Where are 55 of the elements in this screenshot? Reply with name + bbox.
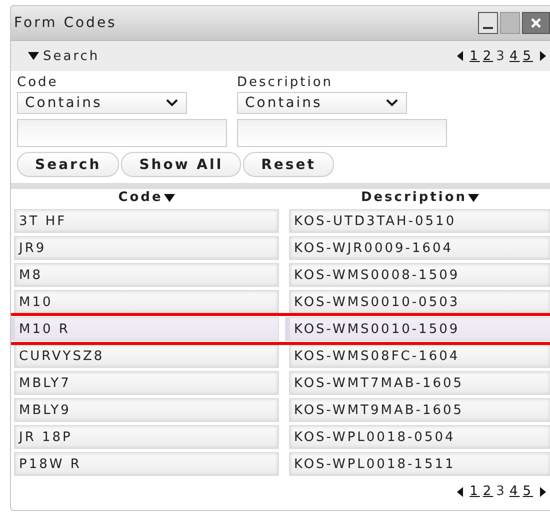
table-cell[interactable]: KOS-WPL0018-0504 bbox=[289, 425, 550, 449]
search-field[interactable] bbox=[17, 119, 227, 147]
window-title: Form Codes bbox=[14, 15, 118, 31]
field-label: Description bbox=[237, 75, 334, 91]
table-cell[interactable]: KOS-WMT7MAB-1605 bbox=[289, 371, 550, 395]
table-cell[interactable]: KOS-WMS0008-1509 bbox=[289, 263, 550, 287]
table-cell[interactable]: M10 bbox=[14, 290, 279, 314]
page-link[interactable]: 4 bbox=[509, 484, 520, 499]
minimize-icon bbox=[483, 26, 493, 30]
column-header[interactable]: Description bbox=[289, 189, 550, 206]
page-link[interactable]: 4 bbox=[509, 48, 520, 64]
table-cell[interactable]: MBLY9 bbox=[14, 398, 279, 422]
table-cell[interactable]: KOS-WJR0009-1604 bbox=[289, 236, 550, 260]
table-cell[interactable]: JR 18P bbox=[14, 425, 279, 449]
table-cell[interactable]: KOS-UTD3TAH-0510 bbox=[289, 209, 550, 233]
operator-dropdown[interactable]: Contains bbox=[17, 92, 187, 114]
table-cell[interactable]: MBLY7 bbox=[14, 371, 279, 395]
page-link[interactable]: 1 bbox=[470, 48, 480, 64]
table-cell[interactable]: KOS-WMS08FC-1604 bbox=[289, 344, 550, 368]
sort-arrow-icon bbox=[164, 194, 175, 202]
action-button[interactable]: Search bbox=[17, 152, 120, 177]
table-cell[interactable]: 3T HF bbox=[14, 209, 279, 233]
next-page-icon[interactable] bbox=[540, 486, 546, 496]
page-link[interactable]: 5 bbox=[522, 484, 533, 499]
table-cell[interactable]: M8 bbox=[14, 263, 279, 287]
search-field[interactable] bbox=[237, 119, 447, 147]
field-label: Code bbox=[17, 75, 60, 91]
minimize-button[interactable] bbox=[478, 12, 498, 34]
operator-dropdown[interactable]: Contains bbox=[237, 92, 407, 114]
next-page-icon[interactable] bbox=[540, 51, 546, 61]
page-link[interactable]: 2 bbox=[482, 48, 494, 64]
page-link[interactable]: 1 bbox=[470, 484, 480, 499]
page-link[interactable]: 3 bbox=[496, 48, 506, 64]
table-cell[interactable]: KOS-WPL0018-1511 bbox=[289, 452, 550, 476]
table-cell[interactable]: KOS-WMS0010-0503 bbox=[289, 290, 550, 314]
chevron-down-icon bbox=[166, 99, 178, 107]
table-cell[interactable]: P18W R bbox=[14, 452, 279, 476]
table-cell[interactable]: JR9 bbox=[14, 236, 279, 260]
close-button[interactable] bbox=[522, 12, 550, 34]
chevron-down-icon bbox=[386, 99, 398, 107]
previous-page-icon[interactable] bbox=[456, 51, 463, 61]
table-cell[interactable]: M10 R bbox=[14, 317, 279, 341]
page-link[interactable]: 3 bbox=[496, 484, 506, 499]
close-icon bbox=[531, 18, 541, 28]
column-header[interactable]: Code bbox=[14, 189, 279, 206]
page-link[interactable]: 5 bbox=[522, 48, 533, 64]
search-toggle[interactable]: Search bbox=[28, 48, 453, 64]
page-link[interactable]: 2 bbox=[482, 484, 494, 499]
sort-arrow-icon bbox=[468, 194, 480, 202]
previous-page-icon[interactable] bbox=[456, 486, 463, 496]
action-button[interactable]: Reset bbox=[243, 152, 334, 177]
action-button[interactable]: Show All bbox=[121, 152, 242, 177]
table-cell[interactable]: KOS-WMT9MAB-1605 bbox=[289, 398, 550, 422]
table-cell[interactable]: CURVYSZ8 bbox=[14, 344, 279, 368]
expanded-arrow-icon bbox=[28, 52, 39, 60]
